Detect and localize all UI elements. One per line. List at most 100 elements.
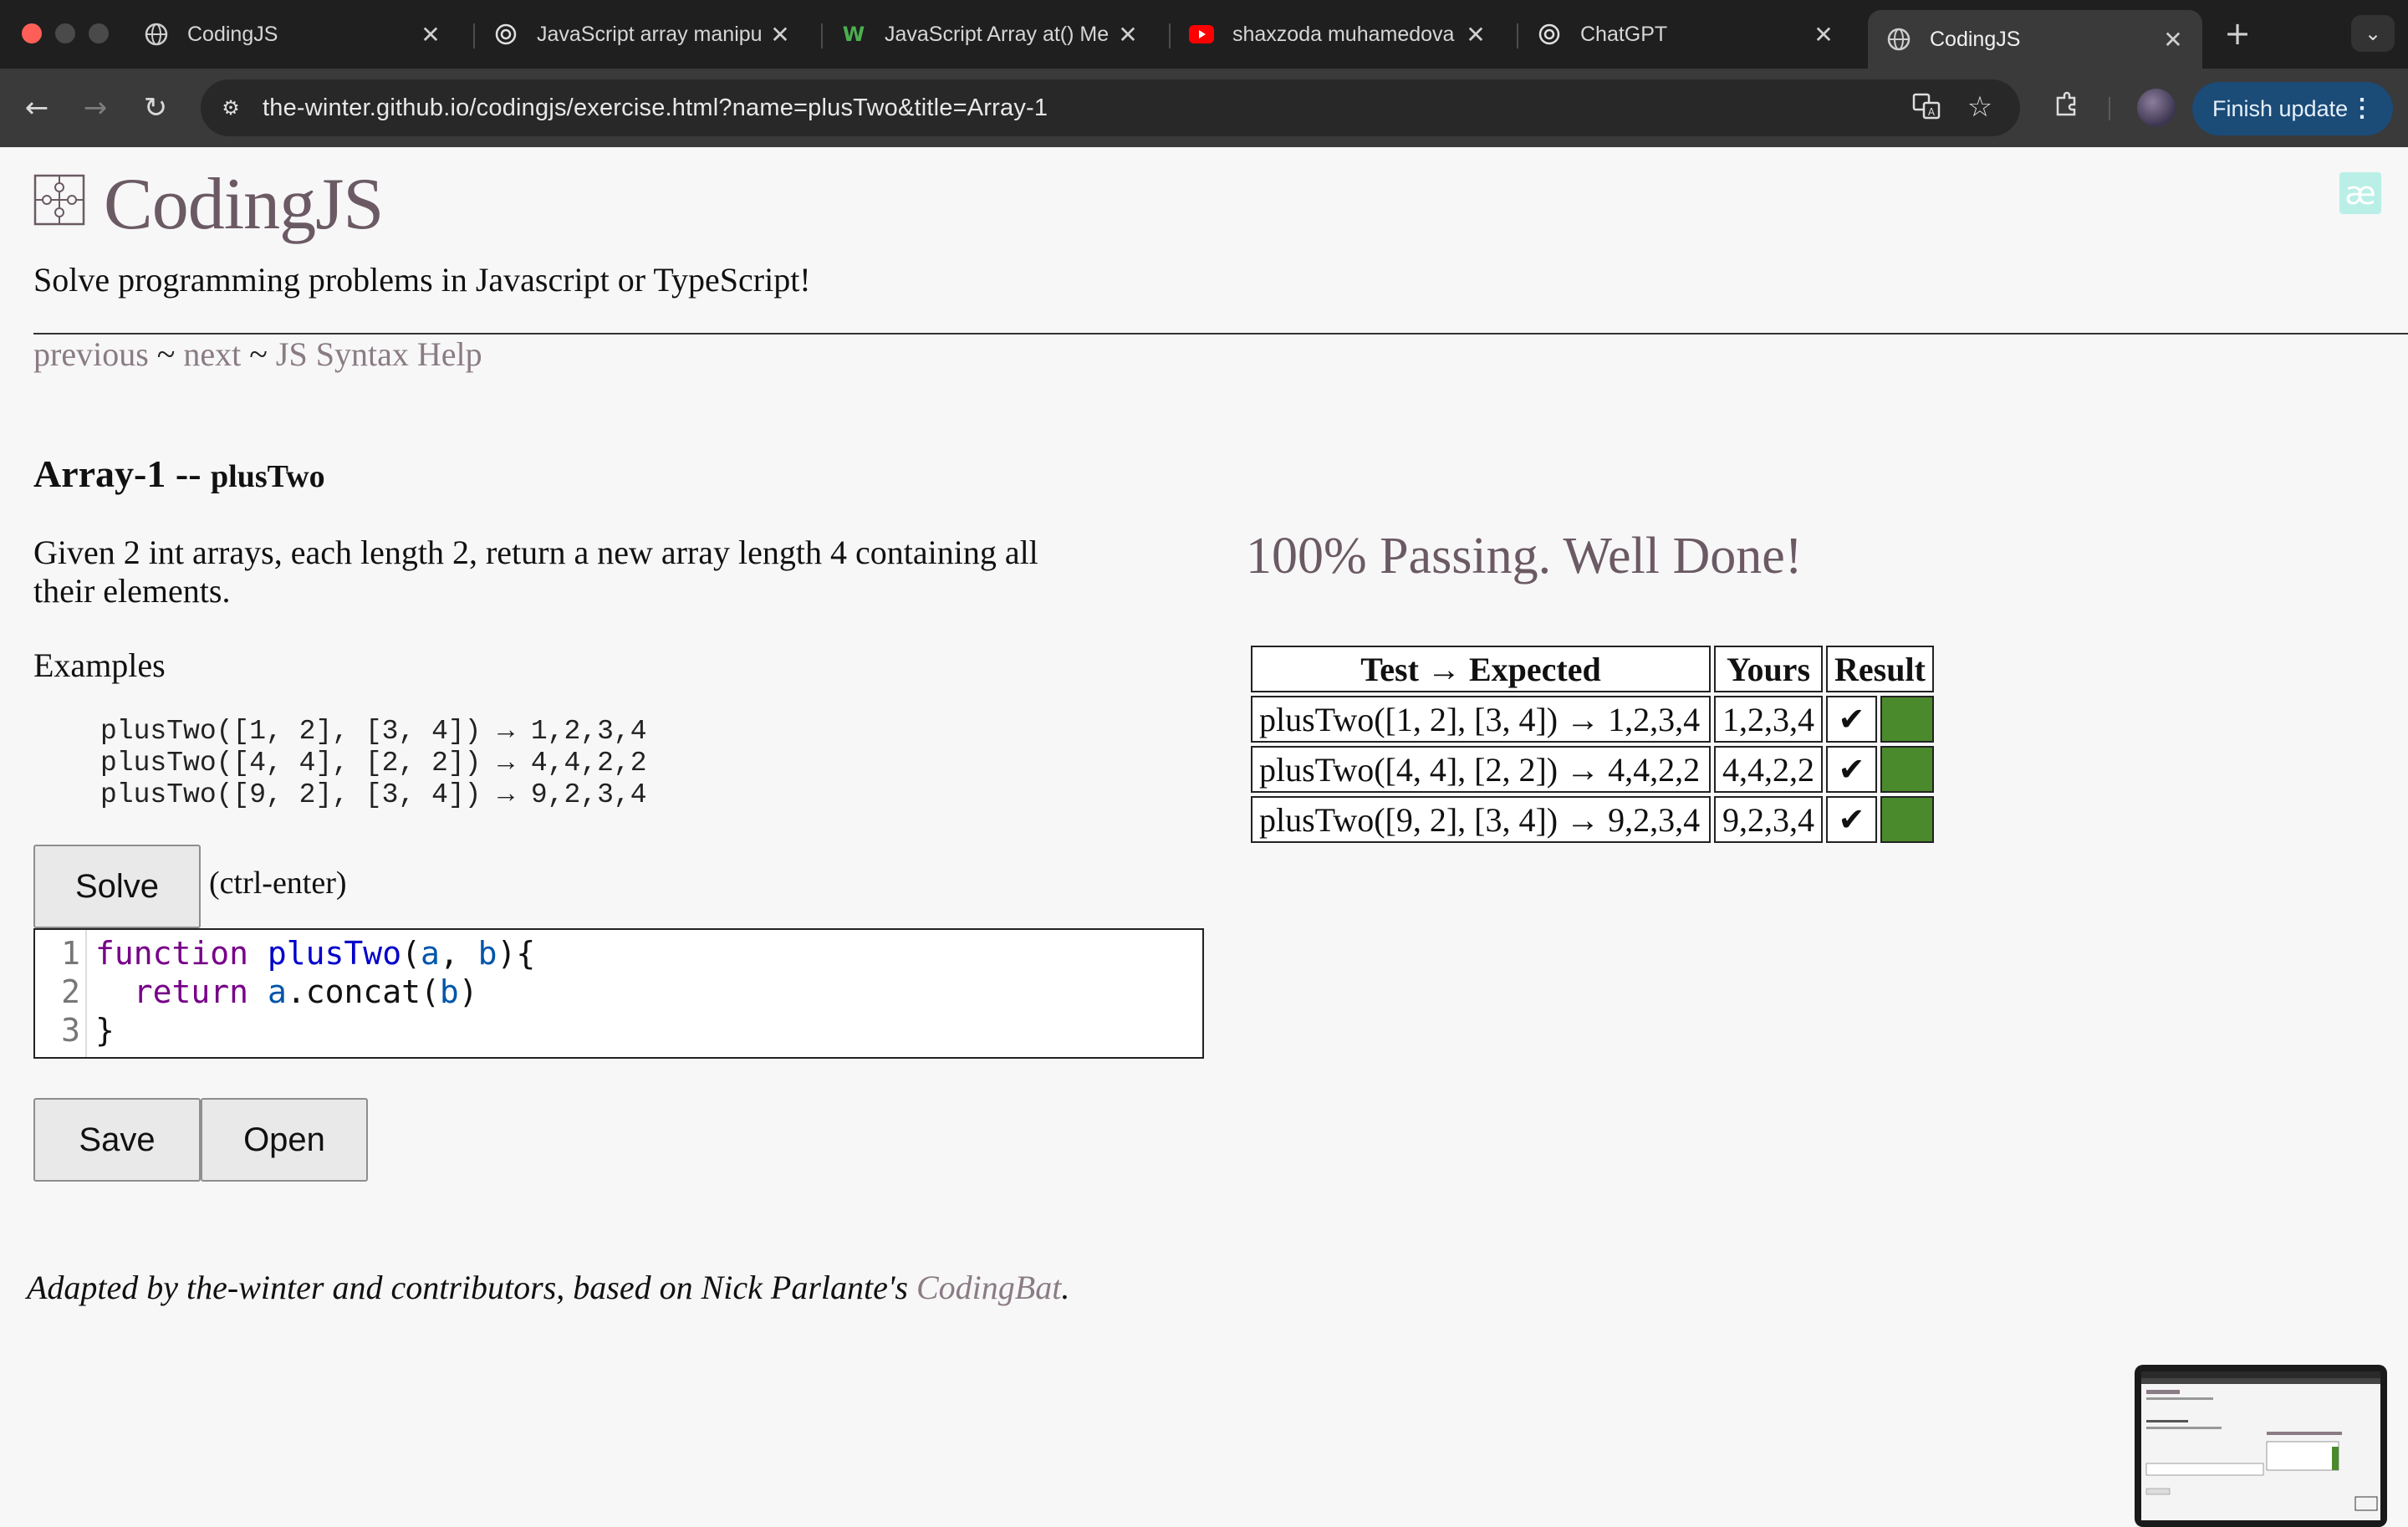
arrow-right-icon: → bbox=[83, 91, 108, 125]
finish-update-button[interactable]: Finish update ⋮ bbox=[2192, 82, 2393, 135]
site-info-icon[interactable]: ⚙ bbox=[214, 91, 247, 125]
nav-separator: ~ bbox=[148, 335, 184, 373]
finish-update-label: Finish update bbox=[2212, 96, 2349, 121]
line-number: 3 bbox=[61, 1012, 80, 1049]
code-punct: ){ bbox=[497, 935, 536, 972]
site-tagline: Solve programming problems in Javascript… bbox=[33, 261, 811, 299]
problem-title: Array-1 -- plusTwo bbox=[33, 452, 325, 496]
test-cell: plusTwo([4, 4], [2, 2]) → 4,4,2,2 bbox=[1251, 746, 1711, 793]
site-title: CodingJS bbox=[104, 164, 384, 245]
problem-category: Array-1 -- bbox=[33, 452, 212, 495]
open-button[interactable]: Open bbox=[201, 1098, 368, 1182]
yours-cell: 1,2,3,4 bbox=[1714, 696, 1823, 743]
new-tab-button[interactable]: + bbox=[2219, 15, 2256, 52]
pass-indicator bbox=[1880, 796, 1934, 843]
profile-avatar[interactable] bbox=[2137, 89, 2176, 127]
yours-cell: 9,2,3,4 bbox=[1714, 796, 1823, 843]
screenshot-thumbnail[interactable] bbox=[2135, 1365, 2387, 1527]
line-number: 1 bbox=[61, 935, 80, 972]
check-icon: ✔ bbox=[1826, 796, 1877, 843]
column-header: Test → Expected bbox=[1251, 646, 1711, 692]
check-icon: ✔ bbox=[1826, 746, 1877, 793]
thumbnail-preview bbox=[2141, 1371, 2380, 1520]
tab-title: CodingJS bbox=[187, 22, 278, 46]
back-button[interactable]: ← bbox=[18, 89, 55, 126]
syntax-help-link[interactable]: JS Syntax Help bbox=[276, 335, 482, 373]
check-icon: ✔ bbox=[1826, 696, 1877, 743]
bookmark-star-icon[interactable]: ☆ bbox=[1963, 89, 1997, 125]
line-number: 2 bbox=[61, 973, 80, 1010]
column-header: Result bbox=[1826, 646, 1934, 692]
chatgpt-icon bbox=[1537, 22, 1562, 47]
footer-end: . bbox=[1061, 1269, 1070, 1306]
svg-text:A: A bbox=[1928, 106, 1936, 118]
table-row: plusTwo([9, 2], [3, 4]) → 9,2,3,4 9,2,3,… bbox=[1251, 796, 1934, 843]
examples-label: Examples bbox=[33, 646, 166, 684]
codingbat-link[interactable]: CodingBat bbox=[916, 1269, 1061, 1306]
chatgpt-icon bbox=[493, 22, 518, 47]
code-variable: a bbox=[267, 973, 287, 1010]
code-punct: ) bbox=[458, 973, 478, 1010]
close-tab-icon[interactable]: ✕ bbox=[2161, 26, 2186, 54]
code-method: .concat( bbox=[286, 973, 440, 1010]
close-tab-icon[interactable]: ✕ bbox=[418, 21, 443, 49]
previous-link[interactable]: previous bbox=[33, 335, 149, 373]
maximize-window-button[interactable] bbox=[89, 23, 109, 43]
close-tab-icon[interactable]: ✕ bbox=[1811, 21, 1836, 49]
code-editor[interactable]: 1 2 3 function plusTwo(a, b){ return a.c… bbox=[33, 928, 1204, 1059]
code-line[interactable]: } bbox=[95, 1012, 115, 1049]
tab-search-button[interactable]: ⌄ bbox=[2351, 15, 2395, 52]
w3schools-icon: W bbox=[842, 23, 865, 46]
problem-name: plusTwo bbox=[211, 459, 325, 494]
code-function-name: plusTwo bbox=[267, 935, 402, 972]
browser-toolbar: ← → ↻ ⚙ the-winter.github.io/codingjs/ex… bbox=[0, 69, 2408, 147]
close-window-button[interactable] bbox=[22, 23, 42, 43]
table-row: plusTwo([4, 4], [2, 2]) → 4,4,2,2 4,4,2,… bbox=[1251, 746, 1934, 793]
code-line[interactable]: function plusTwo(a, b){ bbox=[95, 935, 535, 972]
close-tab-icon[interactable]: ✕ bbox=[1463, 21, 1488, 49]
solve-button[interactable]: Solve bbox=[33, 845, 201, 928]
close-tab-icon[interactable]: ✕ bbox=[768, 21, 793, 49]
code-keyword: function bbox=[95, 935, 249, 972]
browser-tab[interactable]: CodingJS ✕ bbox=[125, 10, 460, 59]
globe-icon bbox=[1886, 27, 1911, 52]
more-options-icon[interactable]: ⋮ bbox=[2349, 82, 2375, 135]
browser-tab[interactable]: W JavaScript Array at() Me ✕ bbox=[823, 10, 1157, 59]
close-tab-icon[interactable]: ✕ bbox=[1115, 21, 1140, 49]
chevron-down-icon: ⌄ bbox=[2364, 22, 2382, 45]
footer-text: Adapted by the-winter and contributors, … bbox=[27, 1269, 916, 1306]
save-button[interactable]: Save bbox=[33, 1098, 201, 1182]
pass-indicator bbox=[1880, 696, 1934, 743]
globe-icon bbox=[144, 22, 169, 47]
shortcut-hint: (ctrl-enter) bbox=[209, 866, 347, 901]
minimize-window-button[interactable] bbox=[55, 23, 75, 43]
browser-tab[interactable]: ChatGPT ✕ bbox=[1518, 10, 1853, 59]
url-text[interactable]: the-winter.github.io/codingjs/exercise.h… bbox=[263, 94, 1048, 122]
code-param: b bbox=[477, 935, 497, 972]
reload-icon: ↻ bbox=[143, 91, 168, 125]
reload-button[interactable]: ↻ bbox=[137, 89, 174, 126]
code-keyword: return bbox=[133, 973, 249, 1010]
browser-tab[interactable]: shaxzoda muhamedova ✕ bbox=[1171, 10, 1505, 59]
tab-title: JavaScript array manipu bbox=[537, 22, 763, 46]
translate-icon[interactable]: A bbox=[1910, 92, 1943, 124]
forward-button[interactable]: → bbox=[77, 89, 114, 126]
problem-nav: previous ~ next ~ JS Syntax Help bbox=[33, 335, 482, 374]
youtube-icon bbox=[1189, 22, 1214, 47]
problem-description: Given 2 int arrays, each length 2, retur… bbox=[33, 534, 1038, 610]
browser-tab-bar: CodingJS ✕ JavaScript array manipu ✕ W J… bbox=[0, 0, 2408, 69]
next-link[interactable]: next bbox=[183, 335, 241, 373]
address-bar[interactable]: ⚙ the-winter.github.io/codingjs/exercise… bbox=[201, 79, 2020, 136]
browser-tab-active[interactable]: CodingJS ✕ bbox=[1868, 10, 2202, 69]
browser-tab[interactable]: JavaScript array manipu ✕ bbox=[475, 10, 809, 59]
ae-badge-icon[interactable]: æ bbox=[2339, 172, 2381, 214]
page-footer: Adapted by the-winter and contributors, … bbox=[27, 1268, 1069, 1307]
extensions-icon[interactable] bbox=[2048, 89, 2084, 126]
line-number-gutter: 1 2 3 bbox=[35, 930, 87, 1057]
example-line: plusTwo([4, 4], [2, 2]) → 4,4,2,2 bbox=[100, 748, 647, 779]
code-line[interactable]: return a.concat(b) bbox=[95, 973, 478, 1010]
tab-title: shaxzoda muhamedova bbox=[1232, 22, 1455, 46]
pass-status: 100% Passing. Well Done! bbox=[1246, 528, 1803, 585]
code-variable: b bbox=[439, 973, 459, 1010]
